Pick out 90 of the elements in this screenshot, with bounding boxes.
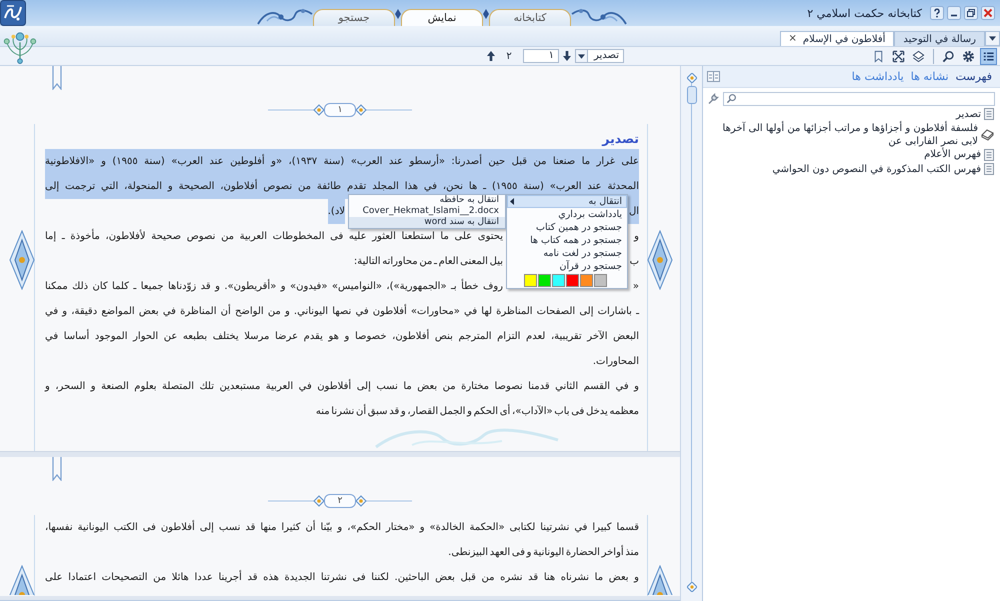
swatch-icon[interactable]	[580, 274, 593, 287]
bookmark-icon	[872, 50, 885, 62]
bookmark-ribbon-icon[interactable]	[52, 457, 62, 481]
panel-tab[interactable]: يادداشت ها	[852, 70, 904, 83]
submenu-arrow-icon	[510, 198, 514, 205]
medallion-ornament-icon	[647, 230, 673, 290]
diamond-icon	[686, 73, 696, 83]
medallion-ornament-icon	[9, 565, 35, 595]
text-line: المحاورات.	[592, 355, 639, 369]
section-dropdown[interactable]: تصدير	[575, 49, 624, 63]
close-icon[interactable]	[981, 6, 995, 20]
toolbar-button[interactable]	[980, 48, 997, 64]
close-button[interactable]: ×	[788, 34, 797, 44]
search-icon	[726, 93, 737, 104]
menu-item[interactable]: انتقال به حافظه	[349, 195, 505, 206]
menu-item[interactable]: انتقال به	[507, 195, 627, 208]
menu-item[interactable]: جستجو در قرآن	[507, 260, 627, 273]
panel-tab[interactable]: نشانه ها	[910, 70, 949, 83]
logo-icon	[0, 0, 26, 26]
diamond-ornament-icon	[268, 494, 324, 508]
document-icon	[984, 163, 994, 176]
settings-icon	[962, 50, 975, 62]
toc-item[interactable]: فلسفة أفلاطون و أجزاؤها و مراتب أجزائها من أولها الى آخرها لابى نصر الفارابى عن	[707, 122, 994, 148]
search-icon	[942, 50, 955, 62]
swatch-icon[interactable]	[524, 274, 537, 287]
page-number: ١	[324, 103, 356, 117]
panel-toggle-icon[interactable]	[707, 71, 720, 82]
text-line: البعض الآخر تقريبية، لعدم التزام المترجم بنص أفلاطون، خصوصا و هو يقدم عرضا مرسلا يختلف بطبعه عن الحوار الموجود أساسا في	[45, 328, 639, 344]
search-field[interactable]	[723, 92, 995, 106]
page-count: ٢	[505, 50, 513, 62]
window-title: كتابخانه حكمت اسلامي ٢	[807, 6, 922, 20]
tab-list-button[interactable]	[985, 31, 1000, 46]
caret-down-icon	[989, 36, 996, 41]
swatch-icon[interactable]	[566, 274, 579, 287]
view-tab[interactable]: نمايش	[401, 9, 483, 26]
text-line: «	[632, 280, 639, 294]
view-tab[interactable]: جستجو	[313, 9, 395, 26]
swatch-icon[interactable]	[594, 274, 607, 287]
section-heading: تصدير	[600, 130, 639, 148]
text-line: منذ أواخر الحضارة اليونانية و فى العهد البيزنطى.	[448, 544, 639, 560]
menu-item[interactable]: Cover_Hekmat_Islami__2.docx	[349, 206, 505, 217]
page-number: ٢	[324, 494, 356, 508]
menu-item[interactable]: جستجو در لغت نامه	[507, 247, 627, 260]
text-line: و بعض ما نشرناه هنا قد نشره من قبل بعض الباحثين. لكننا فى نشرتنا الجديدة هذه قد أجرينا عددا هائلا من التصحيحات اعتمادا على	[45, 569, 639, 585]
menu-item[interactable]: جستجو در همه كتاب ها	[507, 234, 627, 247]
toc-item[interactable]: تصدير	[956, 107, 994, 122]
restore-icon[interactable]	[964, 6, 978, 20]
arabesque-ornament-icon	[257, 7, 313, 25]
text-line: معظمه يدخل فى باب «الآداب»، أى الحكم و الجمل القصار، و قد سبق أن نشرنا منه	[316, 403, 639, 419]
document-tab[interactable]: أفلاطون في الإسلام ×	[780, 31, 894, 46]
diamond-ornament-icon	[356, 494, 412, 508]
diamond-icon	[686, 582, 696, 592]
text-line: قسما كبيرا في نشرتينا لكتابى «الحكمة الخالدة» و «مختار الحكم»، و بيّنا أن كثيرا منها قد نسب إلى أفلاطون فى الكتب اليونانية نفسها،	[45, 519, 639, 535]
diamond-ornament-icon	[268, 103, 324, 117]
caret-down-icon	[578, 54, 585, 58]
text-line: ـ باشارات إلى الصفحات المناظرة لها في «محاورات» أفلاطون في نصها اليوناني. و من الواضح أن المناظرة في بعض المواضع دقيقة، و في	[45, 303, 639, 319]
layers-icon	[912, 50, 925, 62]
book-icon	[981, 128, 994, 140]
arrow-down-icon[interactable]	[563, 51, 571, 61]
wrench-icon[interactable]	[707, 92, 719, 104]
help-icon[interactable]	[930, 6, 944, 20]
text-line: و في القسم الثاني قدمنا نصوصا مختارة من بعض ما نسب إلى أفلاطون في العربية مستبعدين تلك المتصلة بعلوم الصنعة و السحر، و	[45, 378, 639, 394]
text-line: و	[632, 230, 639, 244]
medallion-ornament-icon	[647, 565, 673, 595]
medallion-ornament-icon	[9, 230, 35, 290]
scroll-thumb[interactable]	[686, 86, 696, 104]
menu-item[interactable]: انتقال به سند word	[349, 217, 505, 228]
toolbar-button[interactable]	[890, 48, 907, 64]
panel-tab[interactable]: فهرست	[956, 70, 992, 83]
menu-item[interactable]: جستجو در همين كتاب	[507, 221, 627, 234]
toc-item[interactable]: فهرس الكتب المذكورة في النصوص دون الحواشي	[772, 162, 994, 176]
toc-item[interactable]: فهرس الأعلام	[924, 148, 994, 162]
text-line: روف خطأ بـ «الجمهورية»)، «النواميس» «فيدون» و «أقريطون». و قد زوّدناها جميعا ـ كلما كان ذلك ممكنا	[45, 274, 503, 299]
arrow-up-icon[interactable]	[487, 51, 495, 61]
swatch-icon[interactable]	[552, 274, 565, 287]
text-line: بيل المعنى العام ـ من محاوراته التالية:	[354, 255, 503, 269]
document-tab[interactable]: رسالة في التوحيد	[894, 31, 985, 46]
document-icon	[984, 108, 994, 120]
view-tab[interactable]: كتابخانه	[489, 9, 571, 26]
swatch-icon[interactable]	[538, 274, 551, 287]
text-line: ب	[628, 255, 639, 269]
list-icon	[982, 50, 995, 62]
diamond-ornament-icon	[356, 103, 412, 117]
minimize-icon[interactable]	[947, 6, 961, 20]
menu-item[interactable]: يادداشت برداري	[507, 208, 627, 221]
bookmark-ribbon-icon[interactable]	[52, 66, 62, 90]
arabesque-ornament-icon	[571, 7, 627, 25]
expand-icon	[892, 50, 905, 62]
page-number-field[interactable]: ١	[523, 49, 559, 63]
document-icon	[984, 148, 994, 161]
